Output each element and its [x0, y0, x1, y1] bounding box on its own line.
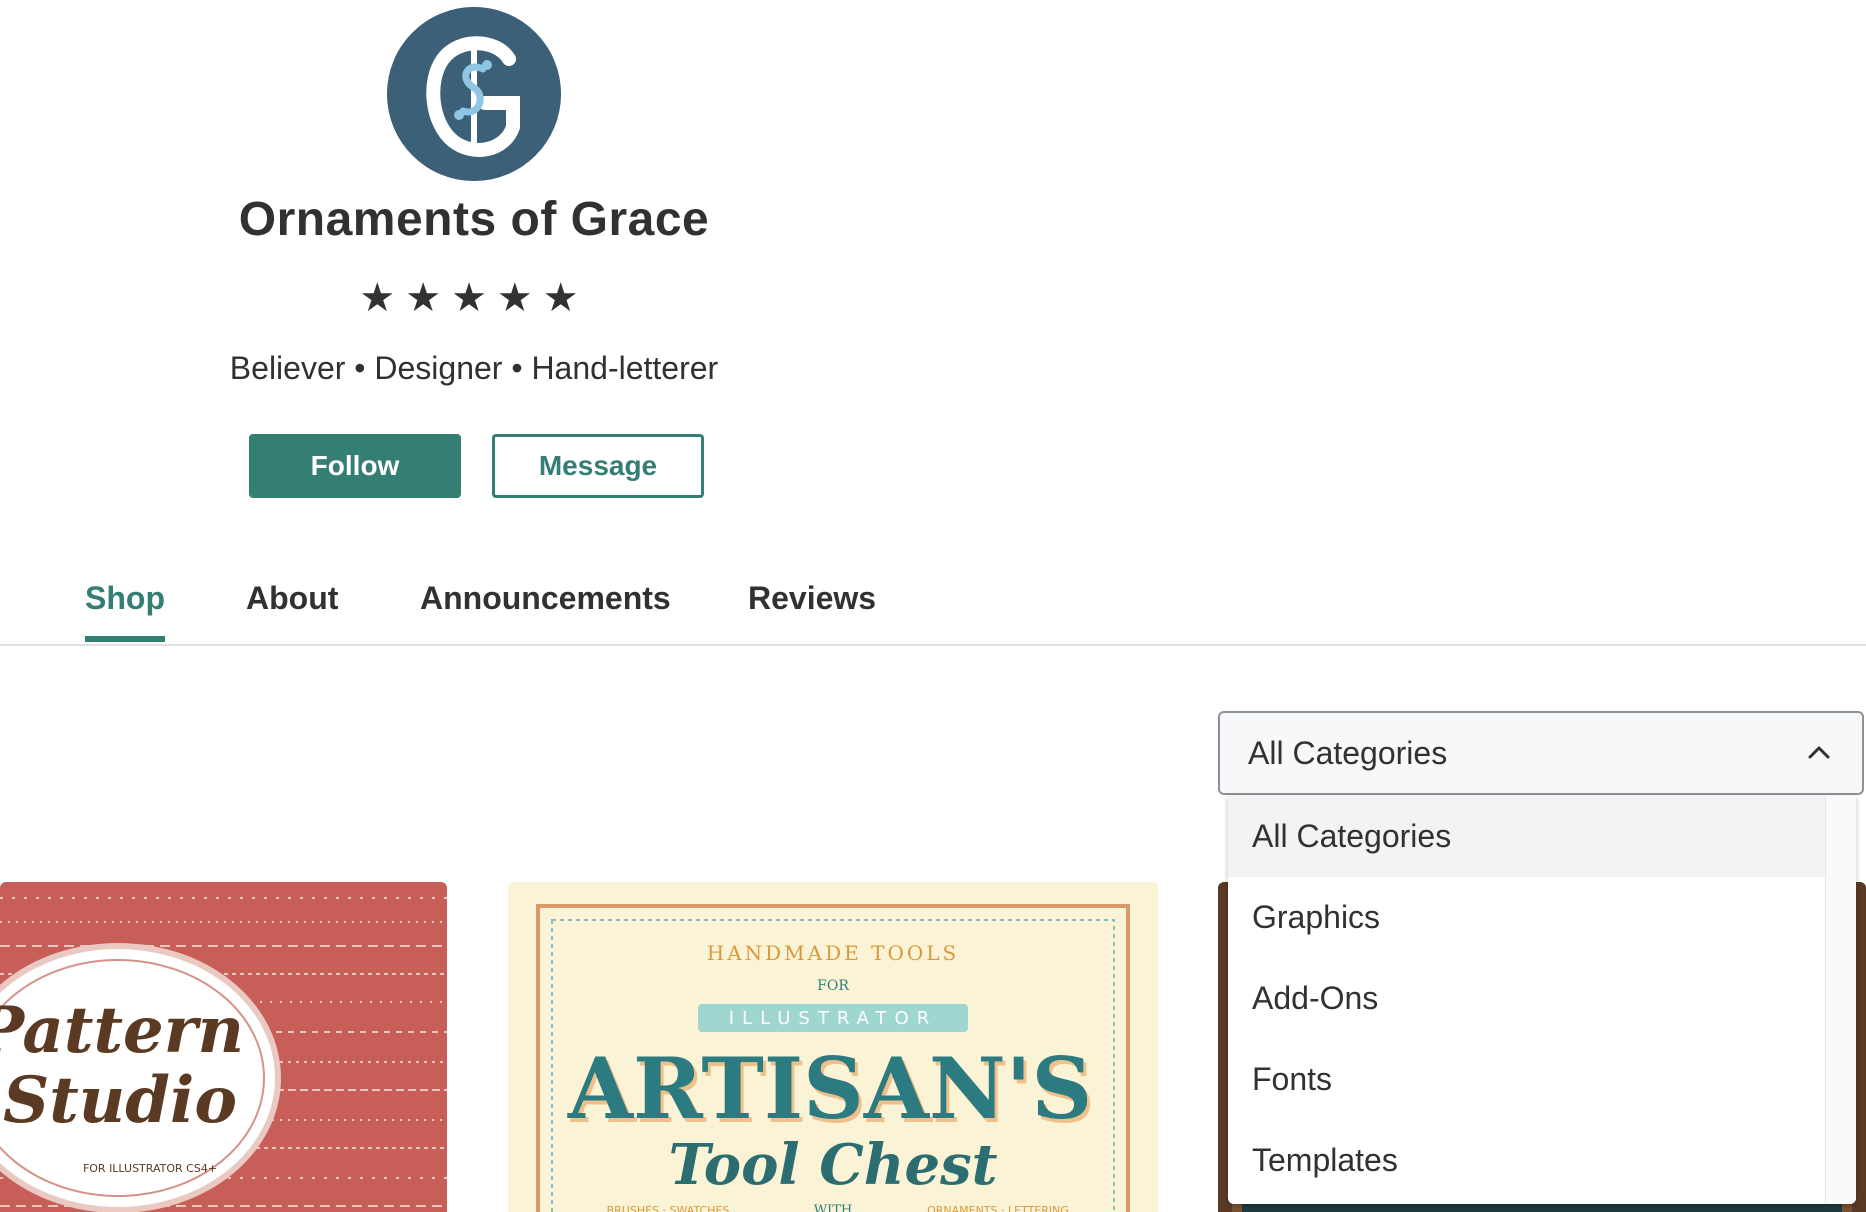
- product-title-line1: Pattern: [0, 993, 244, 1068]
- tab-announcements[interactable]: Announcements: [420, 580, 671, 642]
- product-for-text: FOR: [817, 978, 849, 994]
- category-select[interactable]: All Categories: [1218, 711, 1864, 795]
- product-ribbon: ILLUSTRATOR: [729, 1008, 937, 1029]
- product-topline: HANDMADE TOOLS: [707, 941, 959, 965]
- product-subtitle: Tool Chest: [668, 1132, 997, 1198]
- follow-button[interactable]: Follow: [249, 434, 461, 498]
- product-right-note: ORNAMENTS · LETTERING: [927, 1204, 1069, 1212]
- shop-header: Ornaments of Grace ★★★★★ Believer • Desi…: [0, 0, 960, 520]
- product-thumbnail: HANDMADE TOOLS FOR ILLUSTRATOR ARTISAN'S…: [508, 882, 1158, 1212]
- category-option-graphics[interactable]: Graphics: [1228, 877, 1826, 958]
- category-option-fonts[interactable]: Fonts: [1228, 1039, 1826, 1120]
- product-caption: FOR ILLUSTRATOR CS4+: [83, 1162, 217, 1175]
- tab-about[interactable]: About: [246, 580, 338, 642]
- dropdown-scrollbar[interactable]: [1825, 796, 1856, 1204]
- product-title: ARTISAN'S: [567, 1039, 1092, 1138]
- chevron-up-icon: [1808, 746, 1830, 759]
- shop-name: Ornaments of Grace: [238, 193, 710, 246]
- category-select-value: All Categories: [1248, 734, 1448, 771]
- category-option-all[interactable]: All Categories: [1228, 796, 1826, 877]
- star-rating[interactable]: ★★★★★: [0, 278, 948, 318]
- tab-shop[interactable]: Shop: [85, 580, 165, 642]
- monogram-logo-icon: [387, 7, 561, 181]
- category-option-templates[interactable]: Templates: [1228, 1120, 1826, 1201]
- message-button[interactable]: Message: [492, 434, 704, 498]
- product-left-note: BRUSHES · SWATCHES: [607, 1204, 730, 1212]
- product-title-line2: Studio: [3, 1063, 237, 1138]
- product-with-text: WITH: [814, 1203, 853, 1212]
- product-tile-artisans-tool-chest[interactable]: HANDMADE TOOLS FOR ILLUSTRATOR ARTISAN'S…: [508, 882, 1158, 1212]
- tab-reviews[interactable]: Reviews: [748, 580, 876, 642]
- product-thumbnail: Pattern Studio FOR ILLUSTRATOR CS4+: [0, 882, 447, 1212]
- product-tile-pattern-studio[interactable]: Pattern Studio FOR ILLUSTRATOR CS4+: [0, 882, 447, 1212]
- category-dropdown-menu: All Categories Graphics Add-Ons Fonts Te…: [1228, 796, 1856, 1204]
- shop-avatar[interactable]: [387, 7, 561, 181]
- category-option-add-ons[interactable]: Add-Ons: [1228, 958, 1826, 1039]
- shop-tabs: Shop About Announcements Reviews: [0, 560, 1866, 646]
- shop-tagline: Believer • Designer • Hand-letterer: [229, 350, 719, 386]
- shop-page: Ornaments of Grace ★★★★★ Believer • Desi…: [0, 0, 1866, 1212]
